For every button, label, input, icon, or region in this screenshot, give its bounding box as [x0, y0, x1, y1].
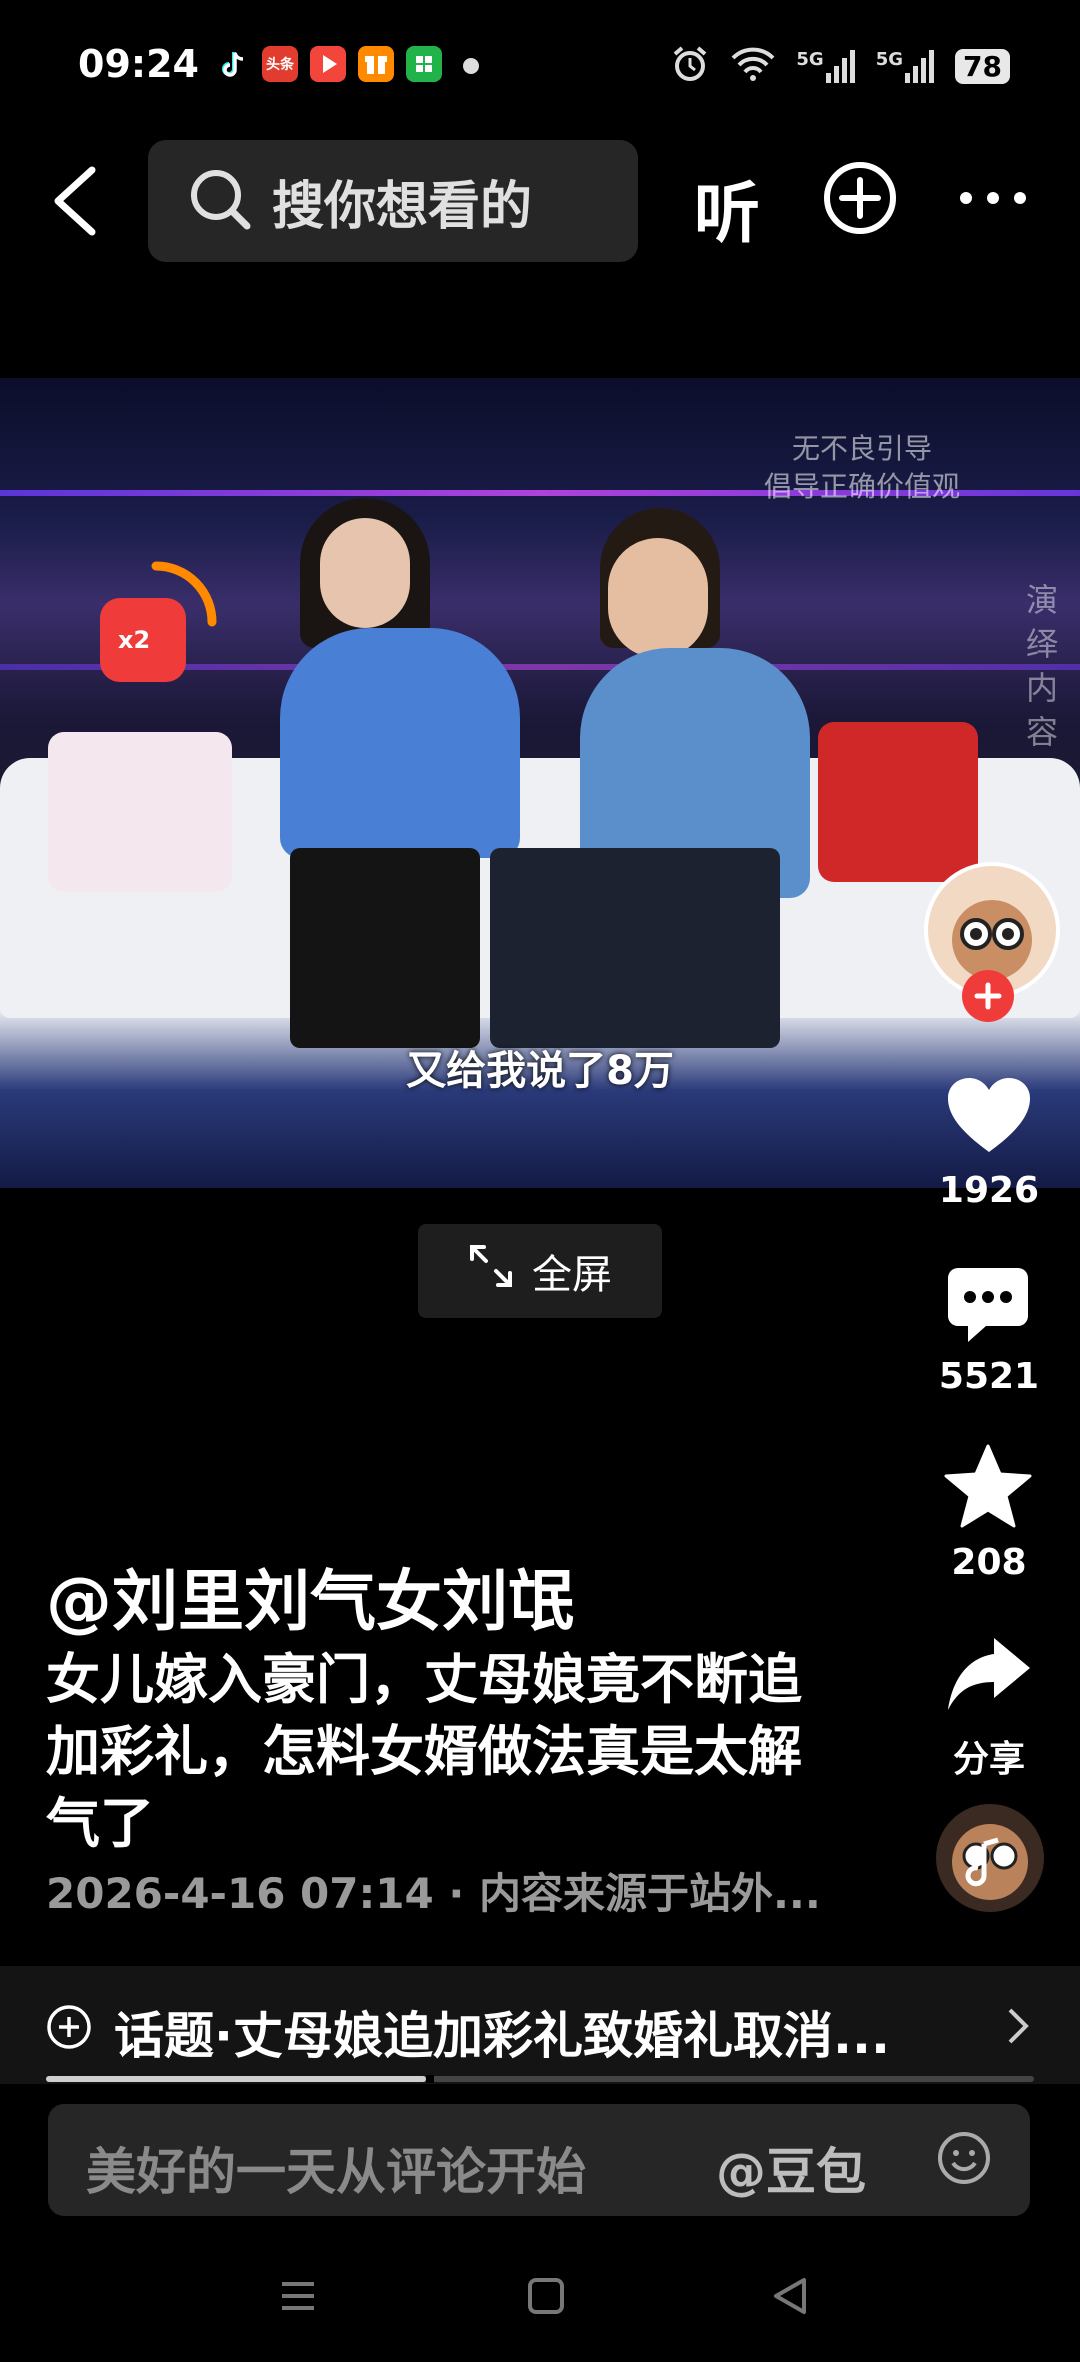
- pillow-right: [818, 722, 978, 882]
- fullscreen-button[interactable]: 全屏: [418, 1224, 662, 1318]
- emoji-icon[interactable]: [936, 2130, 992, 2190]
- share-label: 分享: [952, 1739, 1025, 1780]
- tiktok-icon: [214, 46, 250, 82]
- playback-progress[interactable]: [46, 2075, 1034, 2083]
- gift-icon: [358, 46, 394, 82]
- author-name[interactable]: @刘里刘气女刘氓: [46, 1548, 574, 1644]
- progress-marker: [426, 2075, 435, 2083]
- like-icon[interactable]: [946, 1076, 1032, 1158]
- favorite-count: 208: [951, 1542, 1027, 1583]
- favorite-star-icon[interactable]: [944, 1444, 1032, 1534]
- progress-fill: [46, 2076, 427, 2082]
- back-nav-icon[interactable]: [770, 2274, 810, 2322]
- status-time: 09:24: [78, 42, 199, 86]
- expand-icon: [468, 1243, 514, 1299]
- listen-button[interactable]: 听: [694, 160, 760, 256]
- man-legs: [490, 848, 780, 1048]
- topic-text: 话题·丈母娘追加彩礼致婚礼取消...: [114, 2007, 890, 2065]
- search-input[interactable]: 搜你想看的: [148, 140, 638, 262]
- share-icon[interactable]: [946, 1634, 1032, 1718]
- toutiao-icon: 头条: [262, 46, 298, 82]
- signal-label: 5G: [875, 49, 904, 70]
- watermark-line: 无不良引导: [791, 432, 932, 465]
- like-count: 1926: [938, 1170, 1040, 1211]
- comment-placeholder: 美好的一天从评论开始: [86, 2143, 586, 2201]
- side-watermark: 演绎内容: [1026, 581, 1059, 751]
- music-disc[interactable]: [936, 1804, 1044, 1912]
- search-icon: [188, 167, 252, 235]
- home-nav-icon[interactable]: [526, 2276, 566, 2320]
- topic-add-icon: [46, 2004, 92, 2054]
- man-face: [608, 538, 708, 658]
- reward-multiplier: x2: [118, 626, 151, 654]
- back-button[interactable]: [48, 162, 104, 244]
- post-caption: 女儿嫁入豪门，丈母娘竟不断追加彩礼，怎料女婿做法真是太解气了: [46, 1648, 802, 1855]
- video-player[interactable]: 无不良引导 倡导正确价值观 演绎内容 又给我说了8万: [0, 378, 1080, 1188]
- mention-doubao[interactable]: @豆包: [716, 2132, 866, 2204]
- comment-icon[interactable]: [946, 1266, 1030, 1350]
- battery-indicator: 78: [955, 48, 1010, 84]
- fullscreen-label: 全屏: [532, 1252, 612, 1298]
- wifi-icon: [730, 46, 776, 86]
- post-meta: 2026-4-16 07:14 · 内容来源于站外...: [46, 1869, 821, 1918]
- follow-button[interactable]: [962, 970, 1014, 1022]
- woman-legs: [290, 848, 480, 1048]
- signal-label: 5G: [796, 49, 824, 70]
- comment-count: 5521: [938, 1356, 1040, 1397]
- chevron-right-icon: [1004, 2006, 1032, 2050]
- video-subtitle: 又给我说了8万: [406, 1048, 674, 1094]
- woman-face: [320, 518, 410, 628]
- more-options-icon[interactable]: [958, 188, 1028, 212]
- add-button[interactable]: [822, 160, 898, 240]
- watermark: 无不良引导 倡导正确价值观: [764, 430, 960, 506]
- signal-5g-icon-2: 5G: [876, 49, 935, 83]
- pillow-left: [48, 732, 232, 892]
- alarm-icon: [670, 44, 710, 88]
- video-play-icon: [310, 46, 346, 82]
- notification-dot: [463, 58, 479, 74]
- reward-badge[interactable]: x2: [96, 560, 226, 694]
- status-icons: 5G 5G 78: [670, 44, 1010, 88]
- search-placeholder: 搜你想看的: [272, 176, 533, 237]
- menu-nav-icon[interactable]: [278, 2276, 318, 2320]
- woman-sweater: [280, 628, 520, 858]
- signal-5g-icon: 5G: [796, 49, 855, 83]
- watermark-line: 倡导正确价值观: [763, 470, 960, 503]
- grid-app-icon: [406, 46, 442, 82]
- topic-bar[interactable]: 话题·丈母娘追加彩礼致婚礼取消...: [0, 1966, 1080, 2084]
- comment-input[interactable]: 美好的一天从评论开始 @豆包: [48, 2104, 1030, 2216]
